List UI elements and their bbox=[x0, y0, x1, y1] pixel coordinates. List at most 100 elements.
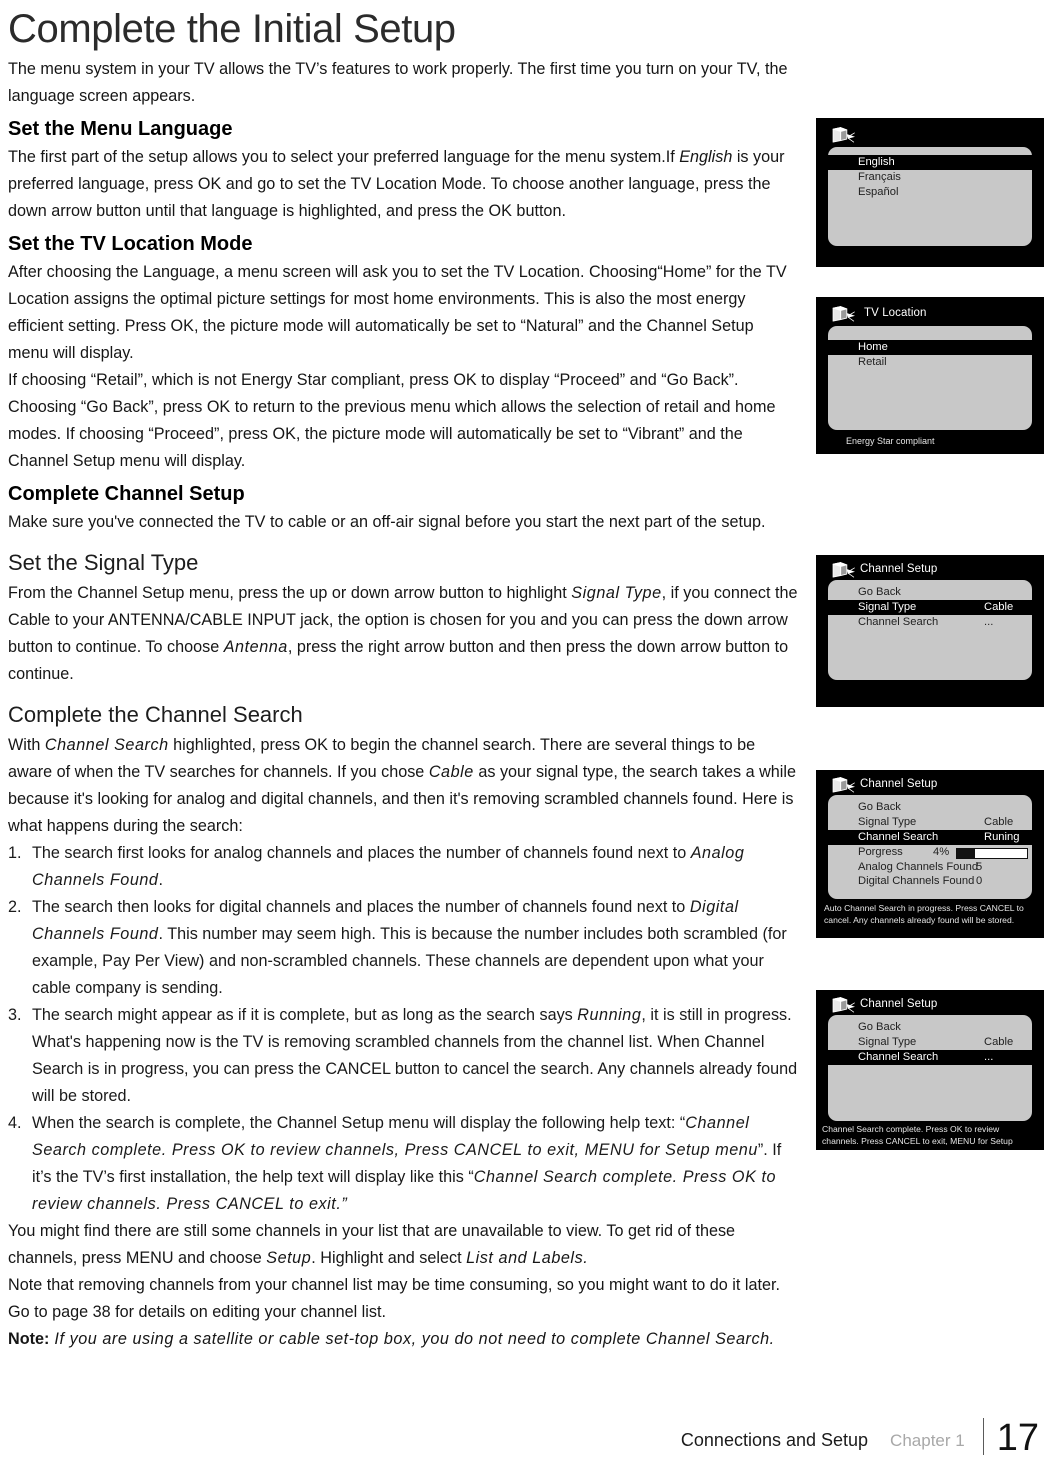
menu-item-go-back[interactable]: Go Back bbox=[828, 800, 1032, 815]
menu-item-label: Español bbox=[858, 186, 899, 198]
menu-item-english[interactable]: English bbox=[828, 155, 1032, 170]
tv-screenshot-channel-setup: Channel Setup Go Back Signal Type Cable … bbox=[816, 555, 1044, 707]
step-number: 1. bbox=[8, 844, 22, 862]
menu-item-channel-search[interactable]: Channel Search Runing bbox=[828, 830, 1032, 845]
menu-item-go-back[interactable]: Go Back bbox=[828, 1020, 1032, 1035]
menu-item-channel-search[interactable]: Channel Search ... bbox=[828, 615, 1032, 630]
paragraph-tv-location-b: If choosing “Retail”, which is not Energ… bbox=[8, 371, 776, 470]
tv-setup-icon bbox=[830, 776, 856, 796]
tv-screen-title: Channel Setup bbox=[860, 563, 938, 575]
emphasis-signal-type: Signal Type bbox=[571, 584, 662, 602]
emphasis-english: English bbox=[679, 148, 733, 166]
menu-item-label: Signal Type bbox=[858, 1036, 917, 1048]
tv-screenshot-language: English Français Español bbox=[816, 118, 1044, 267]
paragraph-channel-setup: Make sure you've connected the TV to cab… bbox=[8, 513, 766, 531]
heading-complete-channel-search: Complete the Channel Search bbox=[8, 702, 303, 727]
tv-screen-title: Channel Setup bbox=[860, 778, 938, 790]
counter-label: Analog Channels Found bbox=[858, 861, 979, 873]
progress-percent: 4% bbox=[933, 846, 950, 858]
emphasis-antenna: Antenna bbox=[223, 638, 288, 656]
list-item: 3. The search might appear as if it is co… bbox=[8, 1002, 798, 1110]
text-run: The first part of the setup allows you t… bbox=[8, 148, 680, 166]
menu-item-label: Channel Search bbox=[858, 831, 939, 843]
tv-menu-panel: Go Back Signal Type Cable Channel Search… bbox=[828, 1015, 1032, 1121]
menu-item-channel-search[interactable]: Channel Search ... bbox=[828, 1050, 1032, 1065]
manual-page: Complete the Initial Setup The menu syst… bbox=[0, 0, 1045, 1465]
menu-item-value: Cable bbox=[984, 816, 1014, 828]
menu-item-label: Go Back bbox=[858, 586, 901, 598]
footer-divider bbox=[982, 1418, 984, 1455]
tv-screenshot-channel-search-complete: Channel Setup Go Back Signal Type Cable … bbox=[816, 990, 1044, 1150]
analog-channels-found-row: Analog Channels Found 5 bbox=[828, 860, 1032, 875]
counter-value: 5 bbox=[976, 861, 983, 873]
tv-screenshot-tv-location: TV Location Home Retail Energy Star comp… bbox=[816, 297, 1044, 454]
tv-setup-icon bbox=[830, 996, 856, 1016]
menu-item-value: Cable bbox=[984, 601, 1014, 613]
menu-item-signal-type[interactable]: Signal Type Cable bbox=[828, 600, 1032, 615]
menu-item-label: Signal Type bbox=[858, 601, 917, 613]
intro-paragraph: The menu system in your TV allows the TV… bbox=[8, 60, 788, 105]
text-run: . Highlight and select bbox=[311, 1249, 467, 1267]
counter-label: Digital Channels Found bbox=[858, 875, 975, 887]
menu-item-label: Home bbox=[858, 341, 888, 353]
tv-screen-footer: Channel Search complete. Press OK to rev… bbox=[822, 1124, 1013, 1150]
progress-bar bbox=[956, 848, 1028, 859]
paragraph-note: Note: If you are using a satellite or ca… bbox=[8, 1326, 798, 1353]
paragraph-channel-search-closing: You might find there are still some chan… bbox=[8, 1218, 798, 1272]
menu-item-label: English bbox=[858, 156, 895, 168]
list-item: 4. When the search is complete, the Chann… bbox=[8, 1110, 798, 1218]
menu-item-label: Go Back bbox=[858, 801, 901, 813]
tv-setup-icon bbox=[830, 305, 856, 325]
text-run: The search then looks for digital channe… bbox=[32, 898, 690, 916]
step-number: 2. bbox=[8, 898, 22, 916]
text-run: . bbox=[158, 871, 164, 889]
tv-menu-panel: Home Retail bbox=[828, 326, 1032, 430]
tv-menu-panel: Go Back Signal Type Cable Channel Search… bbox=[828, 580, 1032, 680]
menu-item-signal-type[interactable]: Signal Type Cable bbox=[828, 1035, 1032, 1050]
note-label: Note: bbox=[8, 1330, 50, 1348]
tv-menu-panel: Go Back Signal Type Cable Channel Search… bbox=[828, 795, 1032, 899]
emphasis-running: Running bbox=[577, 1006, 642, 1024]
heading-set-tv-location-mode: Set the TV Location Mode bbox=[8, 233, 253, 255]
menu-item-label: Channel Search bbox=[858, 616, 939, 628]
text-run: When the search is complete, the Channel… bbox=[32, 1114, 686, 1132]
emphasis-setup: Setup bbox=[266, 1249, 312, 1267]
page-title: Complete the Initial Setup bbox=[8, 7, 456, 51]
tv-screen-footer: Auto Channel Search in progress. Press C… bbox=[824, 903, 1024, 925]
menu-item-label: Signal Type bbox=[858, 816, 917, 828]
step-number: 4. bbox=[8, 1114, 22, 1132]
digital-channels-found-row: Digital Channels Found 0 bbox=[828, 874, 1032, 889]
paragraph-tv-location-a: After choosing the Language, a menu scre… bbox=[8, 263, 787, 362]
tv-setup-icon bbox=[830, 561, 856, 581]
menu-item-go-back[interactable]: Go Back bbox=[828, 585, 1032, 600]
tv-setup-icon bbox=[830, 126, 856, 146]
emphasis-list-and-labels: List and Labels. bbox=[466, 1249, 589, 1267]
emphasis-channel-search: Channel Search bbox=[44, 736, 169, 754]
text-run: From the Channel Setup menu, press the u… bbox=[8, 584, 572, 602]
menu-item-espanol[interactable]: Español bbox=[828, 185, 1032, 200]
page-footer: Connections and Setup Chapter 1 17 bbox=[681, 1418, 1039, 1457]
heading-complete-channel-setup: Complete Channel Setup bbox=[8, 483, 245, 505]
tv-screen-title: TV Location bbox=[864, 307, 927, 319]
search-steps-list: 1. The search first looks for analog chan… bbox=[8, 840, 798, 1218]
list-item: 2. The search then looks for digital chan… bbox=[8, 894, 798, 1002]
list-item: 1. The search first looks for analog chan… bbox=[8, 840, 798, 894]
menu-item-signal-type[interactable]: Signal Type Cable bbox=[828, 815, 1032, 830]
menu-item-label: Retail bbox=[858, 356, 887, 368]
menu-item-value: Cable bbox=[984, 1036, 1014, 1048]
text-run: The search first looks for analog channe… bbox=[32, 844, 691, 862]
menu-item-home[interactable]: Home bbox=[828, 340, 1032, 355]
menu-item-label: Français bbox=[858, 171, 901, 183]
paragraph-signal-type: From the Channel Setup menu, press the u… bbox=[8, 580, 798, 688]
paragraph-channel-search-closing-c: Note that removing channels from your ch… bbox=[8, 1276, 780, 1321]
menu-item-retail[interactable]: Retail bbox=[828, 355, 1032, 370]
counter-value: 0 bbox=[976, 875, 983, 887]
tv-screen-title: Channel Setup bbox=[860, 998, 938, 1010]
footer-section-name: Connections and Setup bbox=[680, 1430, 869, 1450]
menu-item-value: ... bbox=[984, 1051, 994, 1063]
footer-page-number: 17 bbox=[996, 1417, 1039, 1459]
menu-item-francais[interactable]: Français bbox=[828, 170, 1032, 185]
menu-item-label: Go Back bbox=[858, 1021, 901, 1033]
text-run: The search might appear as if it is comp… bbox=[32, 1006, 578, 1024]
footer-chapter: Chapter 1 bbox=[890, 1431, 965, 1450]
